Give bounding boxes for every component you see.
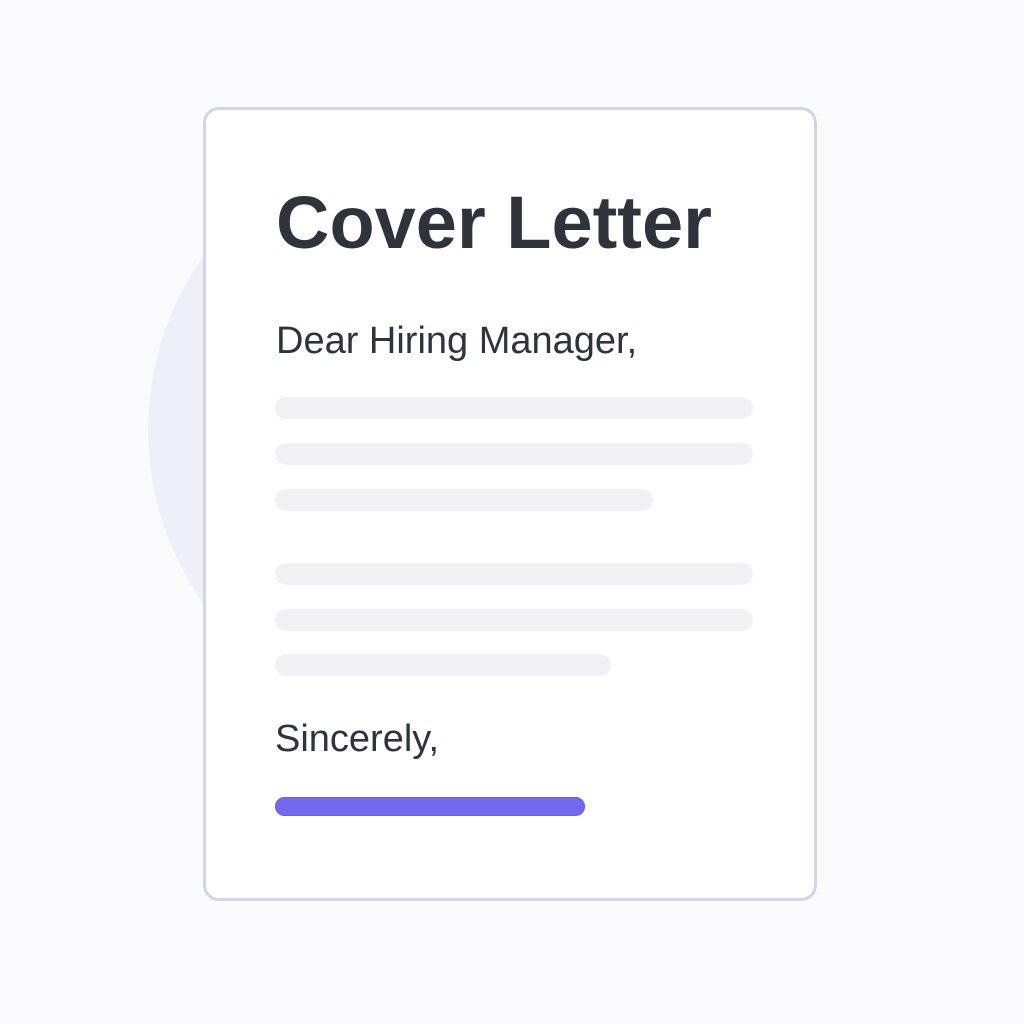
placeholder-text-line (275, 654, 611, 676)
document-title: Cover Letter (276, 181, 712, 264)
placeholder-text-line (275, 397, 753, 419)
placeholder-text-line (275, 489, 653, 511)
placeholder-text-line (275, 609, 753, 631)
cover-letter-card: Cover Letter Dear Hiring Manager, Sincer… (203, 107, 817, 901)
signature-line (275, 797, 585, 816)
salutation: Dear Hiring Manager, (276, 320, 638, 362)
canvas: Cover Letter Dear Hiring Manager, Sincer… (0, 0, 1024, 1024)
closing: Sincerely, (275, 718, 440, 760)
placeholder-text-line (275, 563, 753, 585)
placeholder-text-line (275, 443, 753, 465)
